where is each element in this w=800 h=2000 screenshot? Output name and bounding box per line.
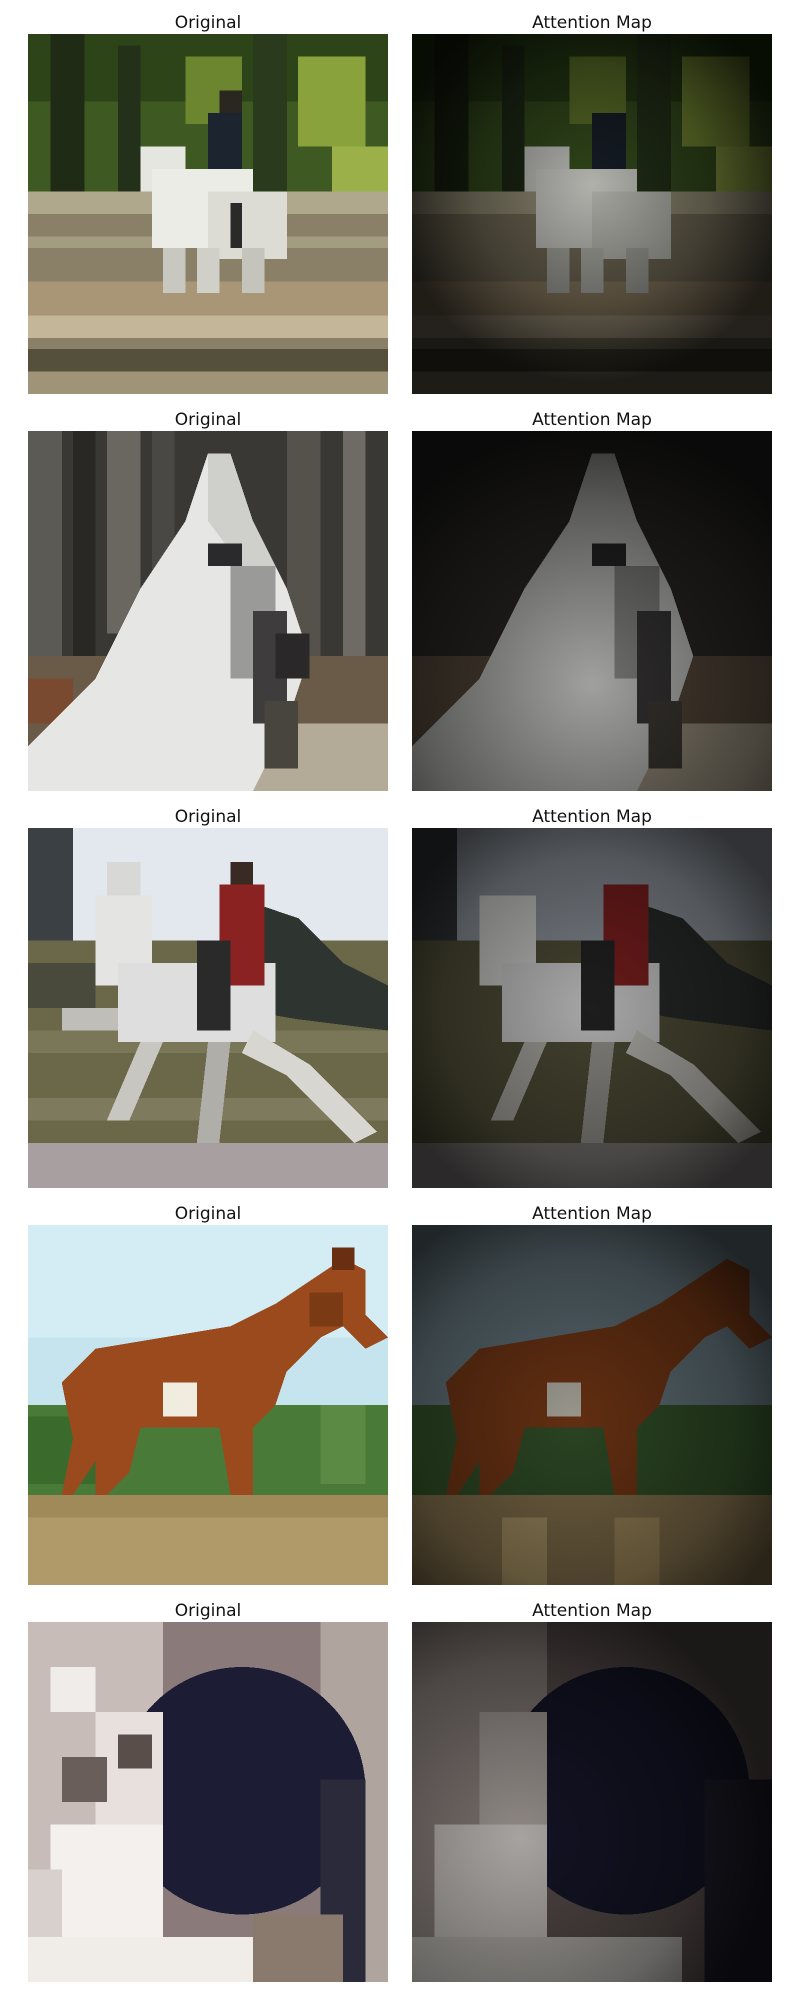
horse-rider-picture xyxy=(28,34,388,394)
image-grid: Original Attention Map Original Attentio… xyxy=(0,0,800,2000)
brown-horse-attention-picture xyxy=(412,1225,772,1585)
panel-title: Original xyxy=(174,1601,242,1621)
panel-title: Original xyxy=(174,410,242,430)
panel-title: Attention Map xyxy=(532,13,652,33)
panel-attention-4: Attention Map xyxy=(412,1202,772,1585)
attention-map-2 xyxy=(412,431,772,791)
cat-picture xyxy=(28,1622,388,1982)
panel-title: Attention Map xyxy=(532,410,652,430)
panel-attention-1: Attention Map xyxy=(412,11,772,394)
horse-red-rider-picture xyxy=(28,828,388,1188)
panel-title: Attention Map xyxy=(532,1204,652,1224)
panel-original-1: Original xyxy=(28,11,388,394)
original-image-1 xyxy=(28,34,388,394)
panel-title: Attention Map xyxy=(532,1601,652,1621)
attention-map-4 xyxy=(412,1225,772,1585)
panel-title: Original xyxy=(174,1204,242,1224)
horse-rider-attention-picture xyxy=(412,34,772,394)
horse-head-picture xyxy=(28,431,388,791)
attention-map-1 xyxy=(412,34,772,394)
panel-attention-5: Attention Map xyxy=(412,1599,772,1982)
attention-map-3 xyxy=(412,828,772,1188)
horse-head-attention-picture xyxy=(412,431,772,791)
horse-red-rider-attention-picture xyxy=(412,828,772,1188)
original-image-4 xyxy=(28,1225,388,1585)
panel-title: Attention Map xyxy=(532,807,652,827)
panel-attention-3: Attention Map xyxy=(412,805,772,1188)
panel-title: Original xyxy=(174,13,242,33)
cat-attention-picture xyxy=(412,1622,772,1982)
original-image-3 xyxy=(28,828,388,1188)
panel-attention-2: Attention Map xyxy=(412,408,772,791)
attention-map-5 xyxy=(412,1622,772,1982)
original-image-5 xyxy=(28,1622,388,1982)
panel-original-4: Original xyxy=(28,1202,388,1585)
panel-original-5: Original xyxy=(28,1599,388,1982)
original-image-2 xyxy=(28,431,388,791)
panel-original-2: Original xyxy=(28,408,388,791)
panel-original-3: Original xyxy=(28,805,388,1188)
panel-title: Original xyxy=(174,807,242,827)
brown-horse-picture xyxy=(28,1225,388,1585)
